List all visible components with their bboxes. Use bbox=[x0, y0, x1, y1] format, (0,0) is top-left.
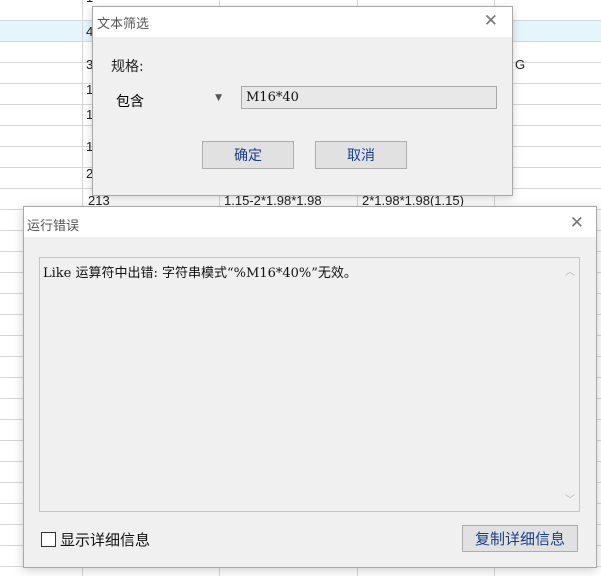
show-details-option[interactable]: 显示详细信息 bbox=[41, 529, 150, 550]
error-message-box[interactable]: Like 运算符中出错: 字符串模式“%M16*40%”无效。 ︿ ﹀ bbox=[39, 257, 580, 512]
close-icon[interactable]: ✕ bbox=[484, 11, 498, 31]
error-dialog-titlebar[interactable]: 运行错误 ✕ bbox=[24, 207, 596, 237]
vertical-scrollbar[interactable]: ︿ ﹀ bbox=[561, 259, 578, 510]
scroll-down-icon[interactable]: ﹀ bbox=[565, 491, 575, 506]
operator-selected-value: 包含 bbox=[116, 94, 144, 110]
grid-cell: G bbox=[515, 57, 526, 72]
run-error-dialog: 运行错误 ✕ Like 运算符中出错: 字符串模式“%M16*40%”无效。 ︿… bbox=[23, 206, 597, 568]
filter-dialog-title: 文本筛选 bbox=[97, 17, 150, 32]
cancel-button[interactable]: 取消 bbox=[315, 141, 407, 169]
chevron-down-icon[interactable]: ▼ bbox=[215, 93, 222, 103]
error-dialog-title: 运行错误 bbox=[27, 219, 80, 234]
show-details-checkbox[interactable] bbox=[41, 532, 56, 547]
text-filter-dialog: 文本筛选 ✕ 规格: 包含 ▼ M16*40 确定 取消 bbox=[92, 6, 513, 196]
close-icon[interactable]: ✕ bbox=[570, 213, 584, 233]
filter-dialog-titlebar[interactable]: 文本筛选 ✕ bbox=[93, 7, 512, 37]
field-label: 规格: bbox=[111, 59, 144, 75]
operator-dropdown[interactable]: 包含 ▼ bbox=[111, 87, 231, 111]
scroll-up-icon[interactable]: ︿ bbox=[565, 263, 575, 278]
filter-value-input[interactable]: M16*40 bbox=[241, 86, 497, 109]
show-details-label: 显示详细信息 bbox=[60, 531, 151, 549]
ok-button[interactable]: 确定 bbox=[202, 141, 294, 169]
error-message-text: Like 运算符中出错: 字符串模式“%M16*40%”无效。 bbox=[43, 266, 357, 281]
copy-details-button[interactable]: 复制详细信息 bbox=[462, 525, 578, 552]
